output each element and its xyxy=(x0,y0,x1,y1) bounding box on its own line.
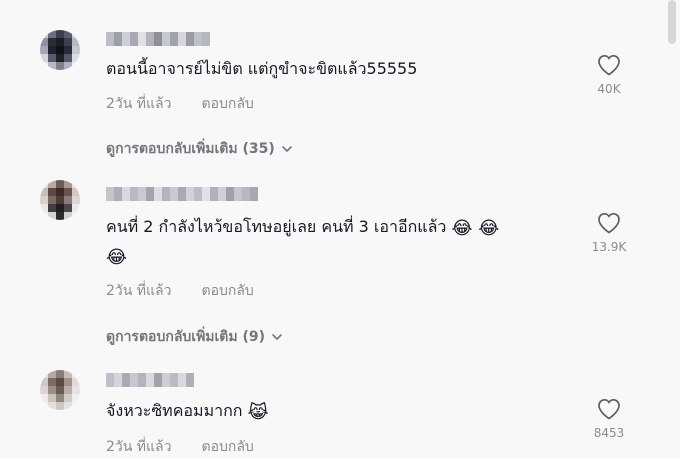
comment-emoji: 😹 xyxy=(247,402,269,423)
username-blurred[interactable] xyxy=(106,187,258,201)
comment-text-body: จังหวะซิทคอมมากก xyxy=(106,401,243,420)
like-count: 40K xyxy=(597,82,621,96)
chevron-down-icon xyxy=(281,146,292,152)
view-more-replies-button[interactable]: ดูการตอบกลับเพิ่มเติม (35) xyxy=(106,138,293,160)
comment-text: จังหวะซิทคอมมากก 😹 xyxy=(106,397,576,426)
view-more-replies-label: ดูการตอบกลับเพิ่มเติม (35) xyxy=(106,141,275,157)
like-count: 13.9K xyxy=(591,240,627,254)
like-control[interactable]: 13.9K xyxy=(584,212,634,254)
view-more-replies-button[interactable]: ดูการตอบกลับเพิ่มเติม (9) xyxy=(106,326,283,348)
comment-time: 2วัน ที่แล้ว xyxy=(106,96,172,112)
avatar[interactable] xyxy=(40,30,80,70)
comment-meta: 2วัน ที่แล้ว ตอบกลับ xyxy=(106,93,254,115)
like-control[interactable]: 8453 xyxy=(584,398,634,440)
like-count: 8453 xyxy=(593,426,625,440)
heart-outline-icon[interactable] xyxy=(597,212,621,234)
view-more-replies-label: ดูการตอบกลับเพิ่มเติม (9) xyxy=(106,329,266,345)
username-blurred[interactable] xyxy=(106,373,194,387)
comment-text: ตอนนี้อาจารย์ไม่ขิต แต่กูขำจะขิตแล้ว5555… xyxy=(106,59,418,78)
comment-meta: 2วัน ที่แล้ว ตอบกลับ xyxy=(106,280,254,302)
chevron-down-icon xyxy=(272,334,282,340)
like-control[interactable]: 40K xyxy=(584,54,634,96)
heart-outline-icon[interactable] xyxy=(597,54,621,76)
comment-meta: 2วัน ที่แล้ว ตอบกลับ xyxy=(106,436,254,458)
comment-time: 2วัน ที่แล้ว xyxy=(106,439,172,455)
comment-emoji: 😂 😂 xyxy=(451,218,500,239)
reply-button[interactable]: ตอบกลับ xyxy=(201,436,253,458)
comment-text-body: คนที่ 2 กำลังไหว้ขอโทษอยู่เลย คนที่ 3 เอ… xyxy=(106,217,447,236)
comment-emoji: 😂 xyxy=(106,247,128,268)
reply-button[interactable]: ตอบกลับ xyxy=(201,280,253,302)
comment-text: คนที่ 2 กำลังไหว้ขอโทษอยู่เลย คนที่ 3 เอ… xyxy=(106,213,576,271)
reply-button[interactable]: ตอบกลับ xyxy=(201,93,253,115)
avatar[interactable] xyxy=(40,370,80,410)
scrollbar[interactable] xyxy=(668,0,676,44)
avatar[interactable] xyxy=(40,180,80,220)
comment-time: 2วัน ที่แล้ว xyxy=(106,283,172,299)
username-blurred[interactable] xyxy=(106,32,210,46)
heart-outline-icon[interactable] xyxy=(597,398,621,420)
